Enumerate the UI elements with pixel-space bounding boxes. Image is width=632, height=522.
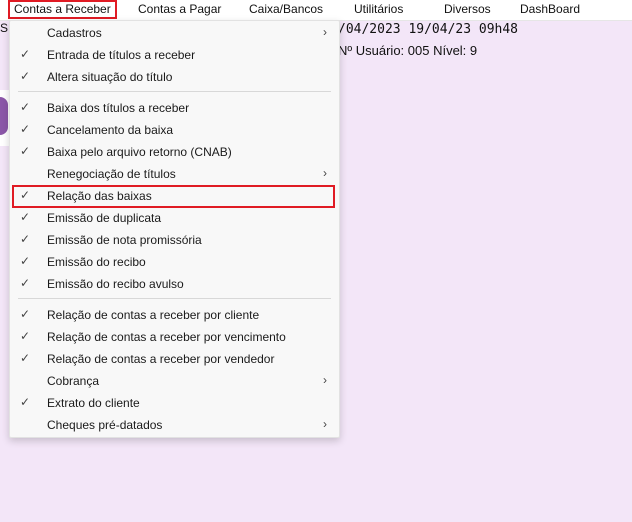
menu-contas-a-receber[interactable]: Contas a Receber [8, 0, 117, 19]
menu-item-label: Renegociação de títulos [47, 167, 176, 181]
menu-item-label: Altera situação do título [47, 70, 173, 84]
menu-item-label: Emissão de duplicata [47, 211, 162, 225]
check-icon: ✓ [20, 144, 31, 158]
check-icon: ✓ [20, 395, 31, 409]
menu-item-extrato-cliente[interactable]: ✓ Extrato do cliente [10, 392, 339, 414]
menu-item-label: Extrato do cliente [47, 396, 140, 410]
menu-item-label: Baixa pelo arquivo retorno (CNAB) [47, 145, 232, 159]
status-date-time: /04/2023 19/04/23 09h48 [338, 22, 519, 37]
menu-item-relacao-por-vencimento[interactable]: ✓ Relação de contas a receber por vencim… [10, 326, 339, 348]
menu-item-baixa-titulos[interactable]: ✓ Baixa dos títulos a receber [10, 97, 339, 119]
menu-separator [18, 298, 331, 299]
menu-dashboard[interactable]: DashBoard [520, 0, 580, 19]
menu-diversos[interactable]: Diversos [444, 0, 491, 19]
check-icon: ✓ [20, 69, 31, 83]
menu-item-emissao-nota-promissoria[interactable]: ✓ Emissão de nota promissória [10, 229, 339, 251]
check-icon: ✓ [20, 276, 31, 290]
menu-item-relacao-por-cliente[interactable]: ✓ Relação de contas a receber por client… [10, 304, 339, 326]
chevron-right-icon: › [323, 166, 327, 180]
menu-item-label: Relação de contas a receber por cliente [47, 308, 260, 322]
check-icon: ✓ [20, 122, 31, 136]
check-icon: ✓ [20, 210, 31, 224]
menu-item-label: Cobrança [47, 374, 100, 388]
menu-item-cancelamento-baixa[interactable]: ✓ Cancelamento da baixa [10, 119, 339, 141]
menu-item-label: Cheques pré-datados [47, 418, 163, 432]
menu-item-label: Cadastros [47, 26, 102, 40]
menu-utilitarios[interactable]: Utilitários [354, 0, 403, 19]
menu-item-emissao-recibo-avulso[interactable]: ✓ Emissão do recibo avulso [10, 273, 339, 295]
menu-item-renegociacao[interactable]: Renegociação de títulos › [10, 163, 339, 185]
menu-contas-a-pagar[interactable]: Contas a Pagar [138, 0, 221, 19]
logo-fragment [0, 97, 8, 135]
status-user-level: Nº Usuário: 005 Nível: 9 [338, 43, 478, 58]
menu-item-label: Emissão do recibo [47, 255, 146, 269]
menu-item-label: Emissão do recibo avulso [47, 277, 184, 291]
check-icon: ✓ [20, 307, 31, 321]
menu-item-entrada-titulos[interactable]: ✓ Entrada de títulos a receber [10, 44, 339, 66]
check-icon: ✓ [20, 100, 31, 114]
chevron-right-icon: › [323, 417, 327, 431]
menu-item-emissao-duplicata[interactable]: ✓ Emissão de duplicata [10, 207, 339, 229]
menu-item-emissao-recibo[interactable]: ✓ Emissão do recibo [10, 251, 339, 273]
menu-item-label: Relação de contas a receber por vencimen… [47, 330, 286, 344]
menu-item-label: Entrada de títulos a receber [47, 48, 196, 62]
menu-caixa-bancos[interactable]: Caixa/Bancos [249, 0, 323, 19]
menu-item-label: Baixa dos títulos a receber [47, 101, 190, 115]
menubar: Contas a Receber Contas a Pagar Caixa/Ba… [0, 0, 632, 21]
check-icon: ✓ [20, 232, 31, 246]
contas-a-receber-dropdown: Cadastros › ✓ Entrada de títulos a receb… [9, 20, 340, 438]
menu-separator [18, 91, 331, 92]
check-icon: ✓ [20, 254, 31, 268]
chevron-right-icon: › [323, 25, 327, 39]
check-icon: ✓ [20, 351, 31, 365]
menu-item-label: Cancelamento da baixa [47, 123, 174, 137]
menu-item-cheques-pre-datados[interactable]: Cheques pré-datados › [10, 414, 339, 436]
check-icon: ✓ [20, 47, 31, 61]
menu-item-label: Emissão de nota promissória [47, 233, 202, 247]
menu-item-baixa-cnab[interactable]: ✓ Baixa pelo arquivo retorno (CNAB) [10, 141, 339, 163]
menu-item-label: Relação de contas a receber por vendedor [47, 352, 275, 366]
menu-item-relacao-por-vendedor[interactable]: ✓ Relação de contas a receber por vended… [10, 348, 339, 370]
menu-item-cobranca[interactable]: Cobrança › [10, 370, 339, 392]
chevron-right-icon: › [323, 373, 327, 387]
highlight-annotation [12, 185, 335, 208]
menu-item-cadastros[interactable]: Cadastros › [10, 22, 339, 44]
status-left-fragment: S [0, 21, 9, 35]
menu-item-altera-situacao[interactable]: ✓ Altera situação do título [10, 66, 339, 88]
check-icon: ✓ [20, 329, 31, 343]
